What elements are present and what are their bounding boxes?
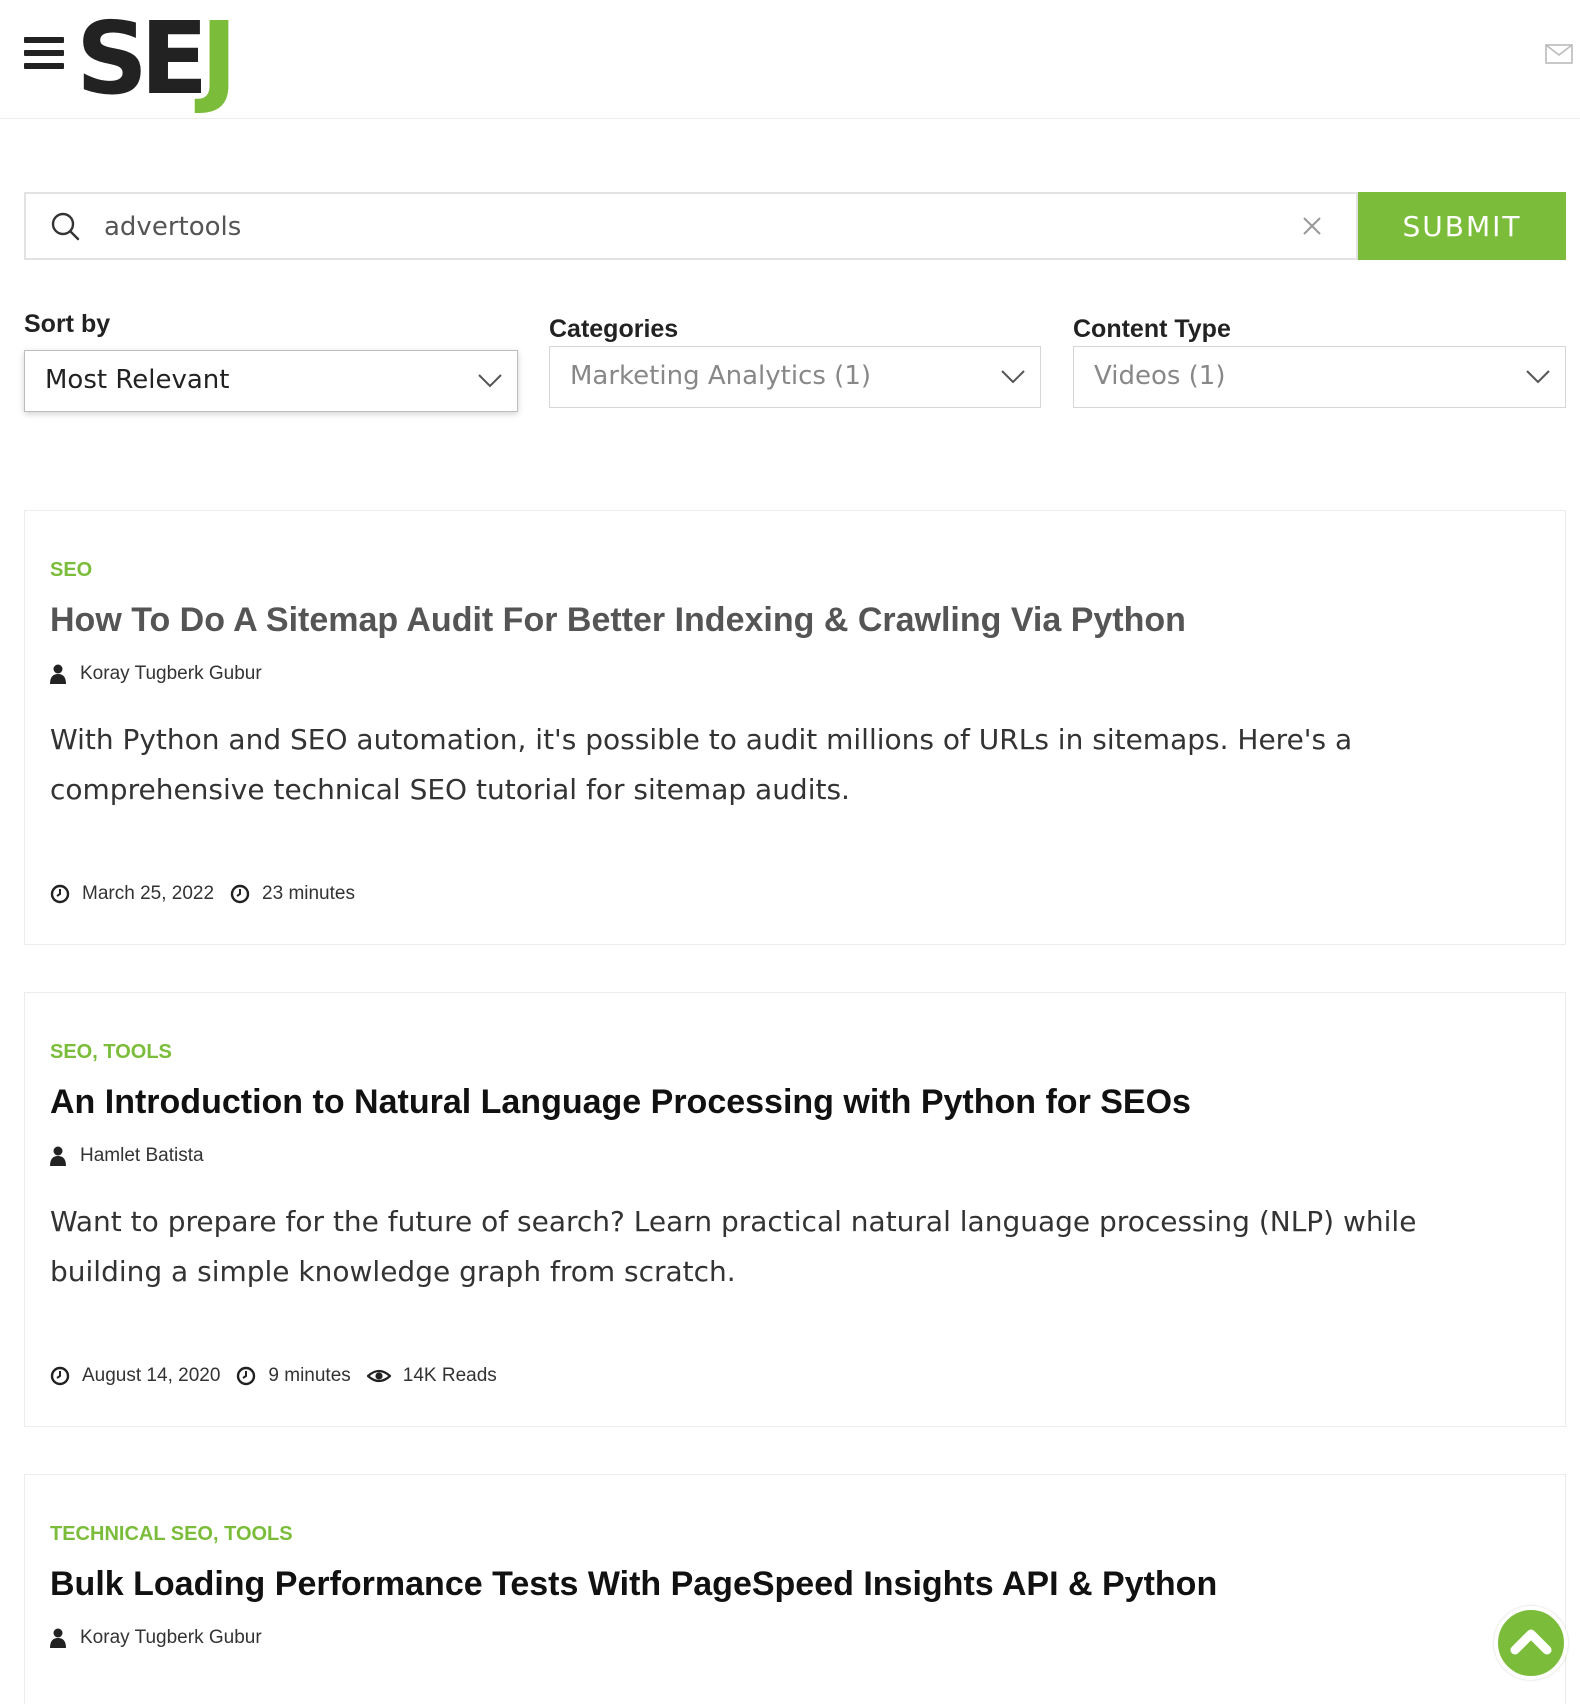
- result-categories[interactable]: TECHNICAL SEO, TOOLS: [50, 1523, 293, 1546]
- clock-icon: [230, 884, 250, 904]
- author-row: Hamlet Batista: [50, 1143, 204, 1169]
- author-row: Koray Tugberk Gubur: [50, 1625, 262, 1651]
- close-icon[interactable]: [1302, 216, 1322, 236]
- result-card: SEO, TOOLS An Introduction to Natural La…: [24, 992, 1566, 1427]
- sort-by-label: Sort by: [24, 310, 111, 338]
- user-icon: [50, 1628, 66, 1648]
- author-name[interactable]: Koray Tugberk Gubur: [80, 663, 262, 685]
- content-type-label: Content Type: [1073, 315, 1231, 343]
- clock-icon: [237, 1366, 256, 1386]
- result-date: March 25, 2022: [82, 883, 215, 904]
- content-type-select[interactable]: Videos (1): [1073, 346, 1566, 408]
- result-read-time: 23 minutes: [262, 883, 355, 904]
- site-header: SEJ: [0, 0, 1580, 119]
- clock-icon: [50, 1366, 70, 1386]
- mail-icon[interactable]: [1545, 44, 1573, 64]
- hamburger-icon[interactable]: [24, 37, 64, 69]
- result-categories[interactable]: SEO, TOOLS: [50, 1041, 172, 1064]
- author-row: Koray Tugberk Gubur: [50, 661, 262, 687]
- result-title[interactable]: Bulk Loading Performance Tests With Page…: [50, 1565, 1217, 1604]
- result-excerpt: With Python and SEO automation, it's pos…: [50, 723, 1353, 806]
- sej-logo[interactable]: SEJ: [76, 4, 238, 114]
- result-reads: 14K Reads: [402, 1365, 497, 1386]
- submit-button[interactable]: SUBMIT: [1358, 192, 1566, 260]
- search-bar: [24, 192, 1358, 260]
- result-card: SEO How To Do A Sitemap Audit For Better…: [24, 510, 1566, 945]
- categories-label: Categories: [549, 315, 679, 343]
- chevron-down-icon: [1001, 370, 1025, 384]
- categories-value: Marketing Analytics (1): [570, 361, 872, 391]
- result-read-time: 9 minutes: [268, 1365, 351, 1386]
- categories-select[interactable]: Marketing Analytics (1): [549, 346, 1041, 408]
- meta-row: March 25, 2022 23 minutes: [50, 881, 371, 907]
- user-icon: [50, 1146, 66, 1166]
- chevron-down-icon: [1526, 370, 1550, 384]
- result-date: August 14, 2020: [82, 1365, 221, 1386]
- meta-row: August 14, 2020 9 minutes 14K Reads: [50, 1363, 513, 1389]
- result-categories[interactable]: SEO: [50, 559, 92, 582]
- sort-by-value: Most Relevant: [45, 365, 230, 395]
- chevron-down-icon: [478, 374, 502, 388]
- result-title[interactable]: An Introduction to Natural Language Proc…: [50, 1083, 1191, 1122]
- author-name[interactable]: Koray Tugberk Gubur: [80, 1627, 262, 1649]
- result-title[interactable]: How To Do A Sitemap Audit For Better Ind…: [50, 601, 1186, 640]
- result-card: TECHNICAL SEO, TOOLS Bulk Loading Perfor…: [24, 1474, 1566, 1704]
- clock-icon: [50, 884, 70, 904]
- chevron-up-icon: [1510, 1629, 1552, 1655]
- user-icon: [50, 664, 66, 684]
- scroll-to-top-button[interactable]: [1494, 1606, 1568, 1680]
- search-input[interactable]: [102, 204, 1286, 250]
- search-icon: [51, 212, 80, 241]
- sort-by-select[interactable]: Most Relevant: [24, 350, 518, 412]
- content-type-value: Videos (1): [1094, 361, 1226, 391]
- result-excerpt: Want to prepare for the future of search…: [50, 1205, 1417, 1288]
- author-name[interactable]: Hamlet Batista: [80, 1145, 204, 1167]
- eye-icon: [366, 1369, 391, 1383]
